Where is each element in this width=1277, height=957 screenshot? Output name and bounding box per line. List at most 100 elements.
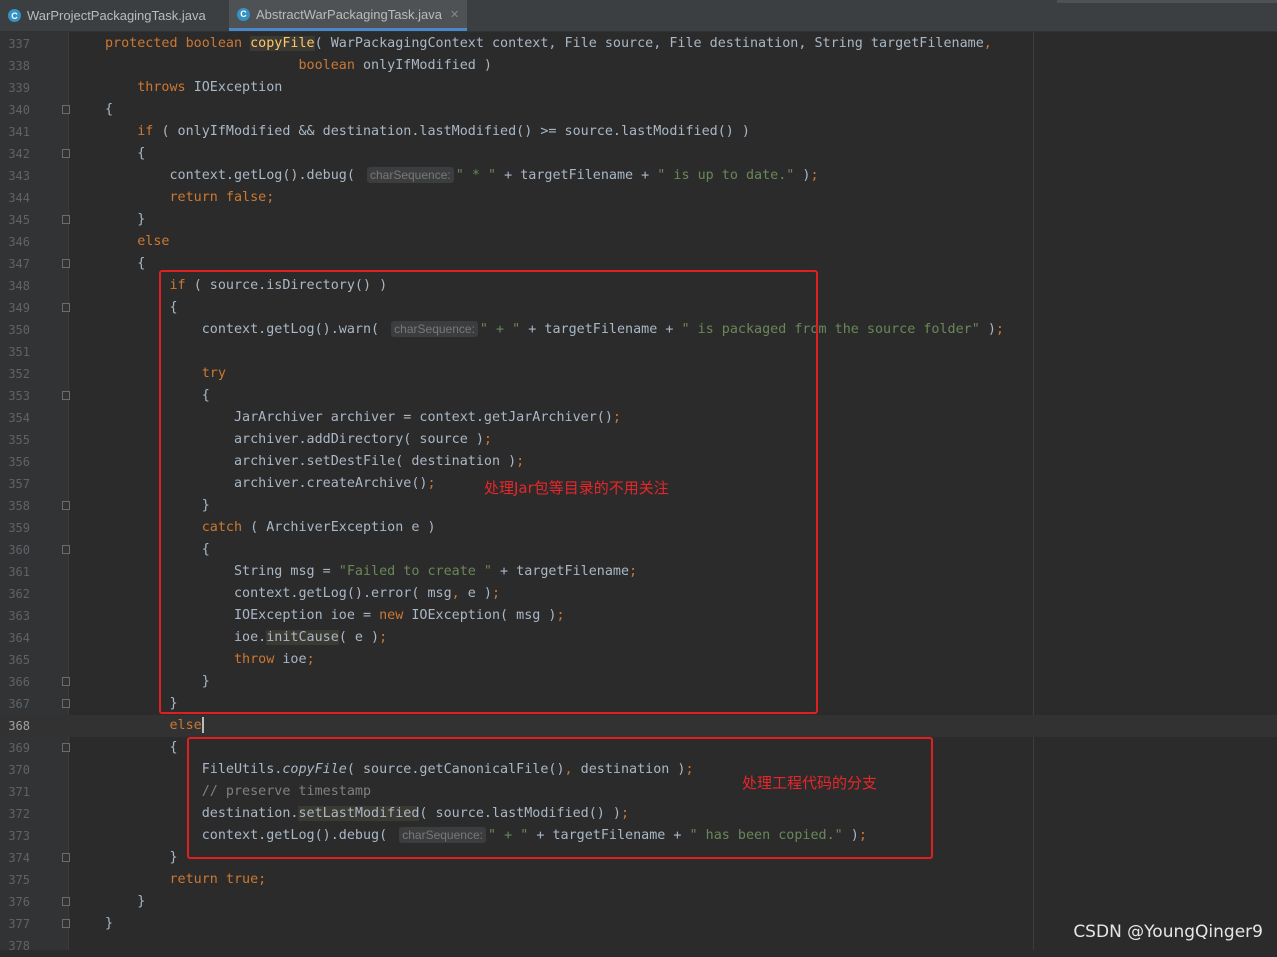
line-number: 345 bbox=[8, 213, 30, 227]
code-token: } bbox=[105, 894, 146, 909]
code-token: } bbox=[105, 916, 114, 931]
line-number: 341 bbox=[8, 125, 30, 139]
fold-marker-icon[interactable] bbox=[62, 677, 70, 686]
fold-marker-icon[interactable] bbox=[62, 259, 70, 268]
line-number: 358 bbox=[8, 499, 30, 513]
fold-marker-icon[interactable] bbox=[62, 303, 70, 312]
code-token: else bbox=[137, 234, 170, 249]
code-text: context.getLog().debug( charSequence: " *… bbox=[105, 165, 819, 187]
code-text: { bbox=[105, 99, 113, 121]
code-line[interactable]: 376 } bbox=[0, 891, 1277, 913]
code-line[interactable]: 342 { bbox=[0, 143, 1277, 165]
line-number: 370 bbox=[8, 763, 30, 777]
tab-label: WarProjectPackagingTask.java bbox=[27, 8, 206, 23]
code-text: { bbox=[105, 737, 178, 759]
fold-marker-icon[interactable] bbox=[62, 501, 70, 510]
code-line[interactable]: 343 context.getLog().debug( charSequence… bbox=[0, 165, 1277, 187]
code-token: return false; bbox=[169, 190, 275, 205]
editor-tab-bar: C WarProjectPackagingTask.java C Abstrac… bbox=[0, 0, 1277, 32]
code-text: else bbox=[105, 231, 170, 253]
line-number: 371 bbox=[8, 785, 30, 799]
code-text: throws IOException bbox=[105, 77, 282, 99]
code-text: protected boolean copyFile( WarPackaging… bbox=[105, 33, 992, 55]
code-line[interactable]: 346 else bbox=[0, 231, 1277, 253]
code-line[interactable]: 339 throws IOException bbox=[0, 77, 1277, 99]
code-token: + targetFilename + bbox=[496, 168, 658, 183]
line-number: 350 bbox=[8, 323, 30, 337]
line-number: 354 bbox=[8, 411, 30, 425]
line-number: 352 bbox=[8, 367, 30, 381]
line-number: 340 bbox=[8, 103, 30, 117]
code-line[interactable]: 340 { bbox=[0, 99, 1277, 121]
tab-abstract-war-packaging-task[interactable]: C AbstractWarPackagingTask.java ✕ bbox=[229, 0, 467, 31]
line-number: 359 bbox=[8, 521, 30, 535]
code-text: } bbox=[105, 847, 177, 869]
code-token: } bbox=[105, 212, 146, 227]
code-line[interactable]: 341 if ( onlyIfModified && destination.l… bbox=[0, 121, 1277, 143]
code-line[interactable]: 368 else bbox=[0, 715, 1277, 737]
code-text: return false; bbox=[105, 187, 275, 209]
code-text: } bbox=[105, 913, 113, 935]
code-token: , bbox=[983, 36, 992, 51]
code-text: } bbox=[105, 209, 145, 231]
line-number: 375 bbox=[8, 873, 30, 887]
code-line[interactable]: 345 } bbox=[0, 209, 1277, 231]
code-text: else bbox=[105, 715, 204, 737]
line-number: 347 bbox=[8, 257, 30, 271]
code-token: context.getLog().debug( bbox=[105, 168, 363, 183]
fold-marker-icon[interactable] bbox=[62, 105, 70, 114]
line-number: 346 bbox=[8, 235, 30, 249]
line-number: 369 bbox=[8, 741, 30, 755]
fold-marker-icon[interactable] bbox=[62, 215, 70, 224]
code-branch-highlight-box bbox=[187, 737, 933, 859]
code-token: { bbox=[105, 256, 146, 271]
line-number: 366 bbox=[8, 675, 30, 689]
line-number: 338 bbox=[8, 59, 30, 73]
code-token: ( WarPackagingContext context, File sour… bbox=[314, 36, 984, 51]
fold-marker-icon[interactable] bbox=[62, 897, 70, 906]
line-number: 368 bbox=[8, 719, 30, 733]
code-token: { bbox=[105, 146, 146, 161]
line-number: 376 bbox=[8, 895, 30, 909]
line-number: 373 bbox=[8, 829, 30, 843]
fold-marker-icon[interactable] bbox=[62, 699, 70, 708]
close-tab-icon[interactable]: ✕ bbox=[450, 8, 459, 21]
line-number: 365 bbox=[8, 653, 30, 667]
code-token: ( onlyIfModified && destination.lastModi… bbox=[161, 124, 750, 139]
fold-marker-icon[interactable] bbox=[62, 149, 70, 158]
fold-marker-icon[interactable] bbox=[62, 919, 70, 928]
line-number: 378 bbox=[8, 939, 30, 953]
line-number: 355 bbox=[8, 433, 30, 447]
code-token: copyFile bbox=[250, 36, 315, 51]
fold-marker-icon[interactable] bbox=[62, 391, 70, 400]
line-number: 348 bbox=[8, 279, 30, 293]
code-line[interactable]: 375 return true; bbox=[0, 869, 1277, 891]
line-number: 362 bbox=[8, 587, 30, 601]
line-number: 356 bbox=[8, 455, 30, 469]
code-token: IOException bbox=[193, 80, 283, 95]
fold-marker-icon[interactable] bbox=[62, 853, 70, 862]
tab-war-project-packaging-task[interactable]: C WarProjectPackagingTask.java bbox=[0, 0, 228, 31]
fold-marker-icon[interactable] bbox=[62, 743, 70, 752]
jar-branch-note: 处理Jar包等目录的不用关注 bbox=[484, 479, 669, 497]
code-token: { bbox=[105, 740, 178, 755]
code-token: throws bbox=[137, 80, 194, 95]
fold-marker-icon[interactable] bbox=[62, 545, 70, 554]
line-number: 337 bbox=[8, 37, 30, 51]
watermark: CSDN @YoungQinger9 bbox=[1073, 922, 1263, 942]
code-token: { bbox=[105, 102, 114, 117]
java-class-icon: C bbox=[237, 7, 250, 21]
line-number: 364 bbox=[8, 631, 30, 645]
code-token: ) bbox=[794, 168, 811, 183]
code-line[interactable]: 338 boolean onlyIfModified ) bbox=[0, 55, 1277, 77]
java-class-icon: C bbox=[8, 9, 21, 22]
code-line[interactable]: 344 return false; bbox=[0, 187, 1277, 209]
code-token: else bbox=[169, 718, 202, 733]
code-line[interactable]: 337 protected boolean copyFile( WarPackag… bbox=[0, 33, 1277, 55]
text-caret bbox=[201, 717, 204, 733]
